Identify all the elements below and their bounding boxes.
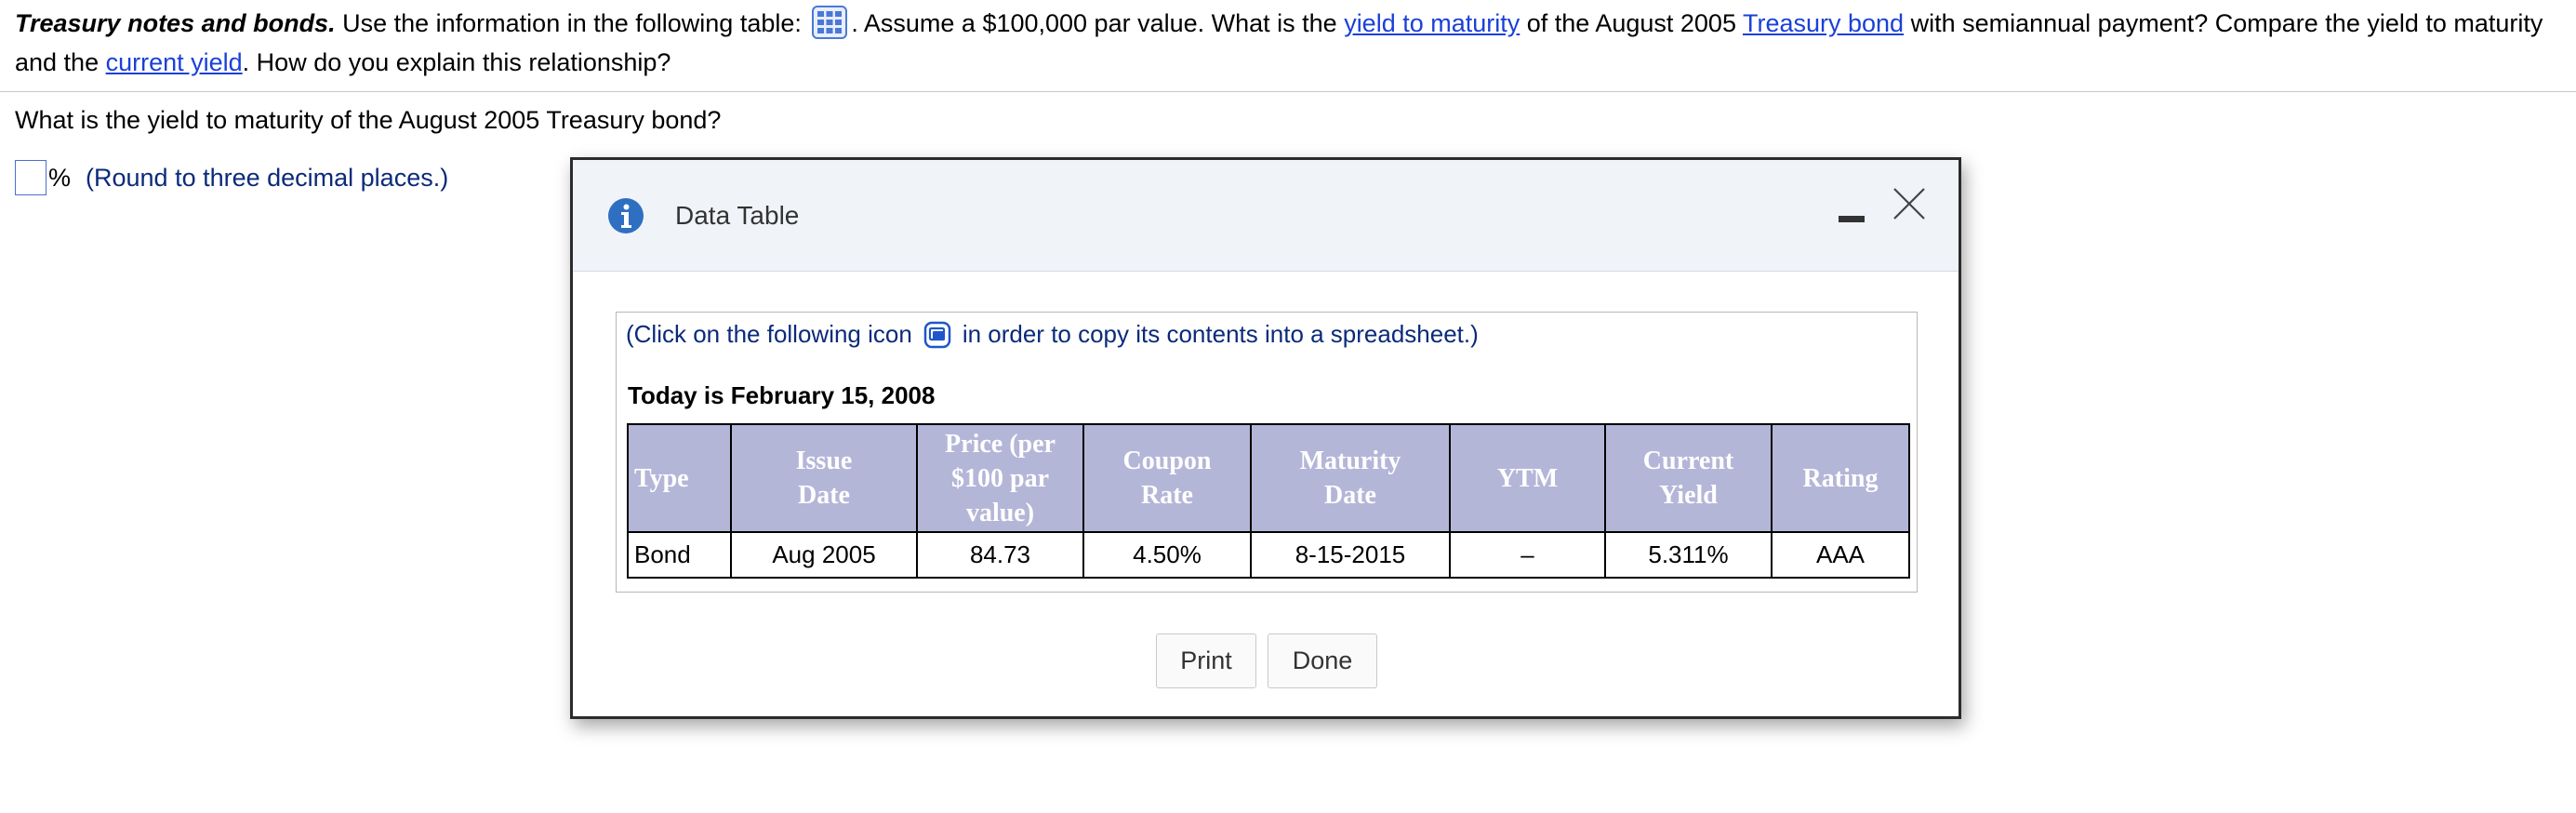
header-line: Coupon Rate [1122,446,1212,510]
copy-instruction: (Click on the following icon in order to… [626,320,1479,349]
answer-input[interactable] [15,160,46,195]
header-line: Current Yield [1642,446,1734,510]
table-header-row: Type Issue Date Price (per $100 par valu… [627,423,1910,533]
minimize-icon [1839,216,1865,222]
col-header-issue-date: Issue Date [730,423,918,533]
cell-coupon-rate: 4.50% [1082,531,1252,579]
dialog-header: Data Table [573,160,1959,272]
col-header-price: Price (per $100 par value) [916,423,1084,533]
problem-text-part: of the August 2005 [1520,9,1743,37]
question-text: What is the yield to maturity of the Aug… [15,106,722,134]
cell-issue-date: Aug 2005 [730,531,918,579]
print-button[interactable]: Print [1156,633,1256,688]
cell-current-yield: 5.311% [1604,531,1773,579]
cell-maturity-date: 8-15-2015 [1250,531,1451,579]
dialog-title: Data Table [675,201,800,230]
problem-text-part: Use the information in the following tab… [335,9,809,37]
cell-rating: AAA [1771,531,1910,579]
bond-data-table: Type Issue Date Price (per $100 par valu… [627,423,1910,579]
table-row: Bond Aug 2005 84.73 4.50% 8-15-2015 – 5.… [627,531,1910,579]
cell-ytm: – [1449,531,1606,579]
col-header-rating: Rating [1771,423,1910,533]
problem-text: Treasury notes and bonds. Use the inform… [15,4,2558,82]
data-table-panel: (Click on the following icon in order to… [616,312,1918,593]
table-icon[interactable] [812,5,848,39]
current-yield-link[interactable]: current yield [106,48,243,76]
copy-instruction-post: in order to copy its contents into a spr… [962,320,1479,348]
col-header-ytm: YTM [1449,423,1606,533]
done-button[interactable]: Done [1268,633,1377,688]
cell-type: Bond [627,531,732,579]
header-line: Issue Date [795,446,853,510]
col-header-current-yield: Current Yield [1604,423,1773,533]
problem-text-part: . How do you explain this relationship? [242,48,671,76]
header-line: Maturity Date [1299,446,1401,510]
minimize-button[interactable] [1839,207,1865,229]
problem-text-part: . Assume a $100,000 par value. What is t… [851,9,1345,37]
cell-price: 84.73 [916,531,1084,579]
percent-unit: % [48,163,72,192]
treasury-bond-link[interactable]: Treasury bond [1743,9,1904,37]
rounding-hint: (Round to three decimal places.) [86,163,449,192]
divider [0,91,2576,92]
problem-title: Treasury notes and bonds. [15,9,336,37]
col-header-type: Type [627,423,732,533]
copy-spreadsheet-icon[interactable] [923,321,951,349]
copy-instruction-pre: (Click on the following icon [626,320,912,348]
info-icon [608,198,644,233]
data-table-dialog: Data Table (Click on the following icon … [570,157,1961,719]
col-header-maturity-date: Maturity Date [1250,423,1451,533]
col-header-coupon-rate: Coupon Rate [1082,423,1252,533]
yield-to-maturity-link[interactable]: yield to maturity [1344,9,1520,37]
answer-row: % (Round to three decimal places.) [15,158,448,197]
today-date: Today is February 15, 2008 [628,381,936,409]
header-line: Price (per $100 par value) [945,429,1056,527]
close-icon[interactable] [1892,186,1927,221]
